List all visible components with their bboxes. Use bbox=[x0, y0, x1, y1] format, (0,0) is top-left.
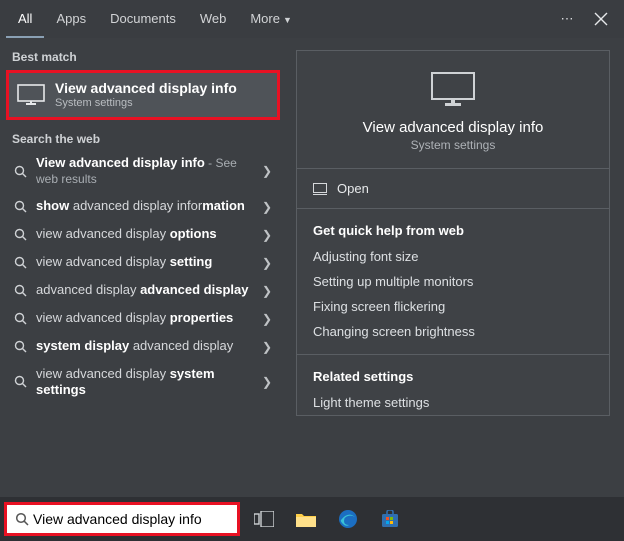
monitor-icon bbox=[17, 84, 45, 106]
chevron-right-icon[interactable]: ❯ bbox=[258, 164, 276, 178]
chevron-right-icon[interactable]: ❯ bbox=[258, 256, 276, 270]
web-result-text: view advanced display options bbox=[36, 226, 250, 242]
quick-help-link[interactable]: Changing screen brightness bbox=[297, 319, 609, 344]
search-web-heading: Search the web bbox=[0, 126, 286, 150]
quick-help-link[interactable]: Adjusting font size bbox=[297, 244, 609, 269]
task-view-button[interactable] bbox=[246, 501, 282, 537]
microsoft-store-button[interactable] bbox=[372, 501, 408, 537]
edge-button[interactable] bbox=[330, 501, 366, 537]
search-icon bbox=[12, 256, 28, 269]
preview-hero: View advanced display info System settin… bbox=[297, 51, 609, 169]
web-result[interactable]: system display advanced display ❯ bbox=[0, 333, 286, 361]
web-result[interactable]: view advanced display properties ❯ bbox=[0, 305, 286, 333]
best-match-heading: Best match bbox=[0, 44, 286, 68]
chevron-right-icon[interactable]: ❯ bbox=[258, 375, 276, 389]
related-settings-heading: Related settings bbox=[297, 355, 609, 390]
monitor-icon bbox=[430, 71, 476, 107]
chevron-right-icon[interactable]: ❯ bbox=[258, 312, 276, 326]
chevron-right-icon[interactable]: ❯ bbox=[258, 200, 276, 214]
preview-title: View advanced display info bbox=[363, 119, 544, 136]
related-settings-links: Light theme settings bbox=[297, 390, 609, 415]
close-icon bbox=[594, 12, 608, 26]
folder-icon bbox=[296, 511, 316, 527]
quick-help-link[interactable]: Fixing screen flickering bbox=[297, 294, 609, 319]
best-match-title: View advanced display info bbox=[55, 80, 237, 96]
store-icon bbox=[381, 510, 399, 528]
web-result[interactable]: View advanced display info - See web res… bbox=[0, 150, 286, 193]
web-result[interactable]: show advanced display information ❯ bbox=[0, 193, 286, 221]
preview-column: View advanced display info System settin… bbox=[286, 38, 624, 497]
search-icon bbox=[12, 340, 28, 353]
web-result-text: advanced display advanced display bbox=[36, 282, 250, 298]
quick-help-heading: Get quick help from web bbox=[297, 209, 609, 244]
search-icon bbox=[12, 165, 28, 178]
search-icon bbox=[12, 312, 28, 325]
related-settings-link[interactable]: Light theme settings bbox=[297, 390, 609, 415]
filter-tabs: All Apps Documents Web More▼ ⋯ bbox=[0, 0, 624, 38]
search-panel: All Apps Documents Web More▼ ⋯ Best matc… bbox=[0, 0, 624, 497]
search-icon bbox=[12, 200, 28, 213]
search-input[interactable] bbox=[31, 511, 231, 527]
taskbar bbox=[0, 497, 624, 541]
chevron-right-icon[interactable]: ❯ bbox=[258, 284, 276, 298]
tab-documents[interactable]: Documents bbox=[98, 0, 188, 38]
options-button[interactable]: ⋯ bbox=[550, 2, 584, 36]
results-column: Best match View advanced display info Sy… bbox=[0, 38, 286, 497]
web-results-list: View advanced display info - See web res… bbox=[0, 150, 286, 403]
web-result-text: system display advanced display bbox=[36, 338, 250, 354]
ellipsis-icon: ⋯ bbox=[561, 11, 574, 27]
search-icon bbox=[12, 375, 28, 388]
preview-subtitle: System settings bbox=[411, 138, 496, 152]
chevron-right-icon[interactable]: ❯ bbox=[258, 228, 276, 242]
best-match-result[interactable]: View advanced display info System settin… bbox=[6, 70, 280, 120]
web-result[interactable]: view advanced display setting ❯ bbox=[0, 249, 286, 277]
tab-all[interactable]: All bbox=[6, 0, 44, 38]
web-result[interactable]: view advanced display system settings ❯ bbox=[0, 361, 286, 404]
web-result-text: view advanced display properties bbox=[36, 310, 250, 326]
search-icon bbox=[13, 512, 31, 526]
open-action[interactable]: Open bbox=[297, 169, 609, 209]
close-button[interactable] bbox=[584, 2, 618, 36]
open-icon bbox=[313, 183, 327, 195]
file-explorer-button[interactable] bbox=[288, 501, 324, 537]
preview-card: View advanced display info System settin… bbox=[296, 50, 610, 416]
chevron-down-icon: ▼ bbox=[283, 15, 292, 25]
taskbar-search[interactable] bbox=[4, 502, 240, 536]
best-match-text: View advanced display info System settin… bbox=[55, 80, 237, 109]
task-view-icon bbox=[254, 511, 274, 527]
search-icon bbox=[12, 284, 28, 297]
web-result-text: view advanced display system settings bbox=[36, 366, 250, 399]
web-result[interactable]: advanced display advanced display ❯ bbox=[0, 277, 286, 305]
tab-more[interactable]: More▼ bbox=[238, 0, 304, 38]
web-result-text: view advanced display setting bbox=[36, 254, 250, 270]
tab-apps[interactable]: Apps bbox=[44, 0, 98, 38]
tab-more-label: More bbox=[250, 11, 280, 26]
open-label: Open bbox=[337, 181, 369, 196]
web-result-text: show advanced display information bbox=[36, 198, 250, 214]
best-match-subtitle: System settings bbox=[55, 97, 237, 109]
tab-web[interactable]: Web bbox=[188, 0, 239, 38]
chevron-right-icon[interactable]: ❯ bbox=[258, 340, 276, 354]
quick-help-links: Adjusting font sizeSetting up multiple m… bbox=[297, 244, 609, 344]
web-result-text: View advanced display info - See web res… bbox=[36, 155, 250, 188]
web-result[interactable]: view advanced display options ❯ bbox=[0, 221, 286, 249]
search-icon bbox=[12, 228, 28, 241]
edge-icon bbox=[338, 509, 358, 529]
quick-help-link[interactable]: Setting up multiple monitors bbox=[297, 269, 609, 294]
